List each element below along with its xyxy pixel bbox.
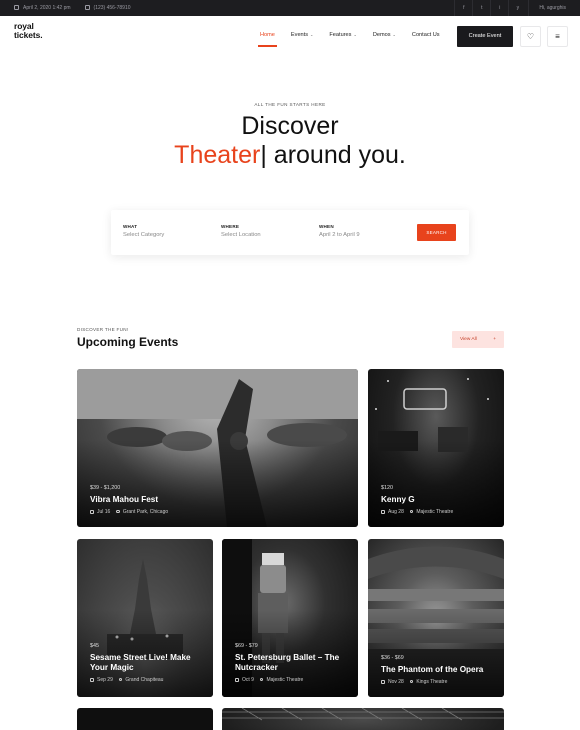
calendar-icon — [235, 677, 239, 682]
chevron-down-icon: ⌄ — [353, 32, 357, 37]
hero-title-line2: Theater| around you. — [0, 141, 580, 170]
nav-features[interactable]: Features ⌄ — [329, 32, 356, 38]
twitter-icon[interactable]: t — [472, 0, 490, 16]
when-field[interactable]: WHEN April 2 to April 9 — [319, 224, 360, 238]
chevron-down-icon: ⌄ — [392, 32, 396, 37]
location-pin-icon — [118, 677, 123, 682]
event-title[interactable]: The Phantom of the Opera — [381, 665, 483, 675]
hero-kicker: ALL THE FUN STARTS HERE — [254, 102, 326, 107]
event-title[interactable]: St. Petersburg Ballet – The Nutcracker — [235, 653, 350, 673]
where-label: WHERE — [221, 224, 240, 229]
event-place: Majestic Theatre — [266, 677, 304, 683]
chevron-down-icon: ⌄ — [310, 32, 314, 37]
instagram-icon[interactable]: i — [490, 0, 508, 16]
event-title[interactable]: Vibra Mahou Fest — [90, 495, 158, 505]
calendar-icon — [90, 677, 94, 682]
nav-home-label: Home — [260, 32, 275, 38]
nav-demos-label: Demos — [372, 32, 391, 38]
event-price: $36 - $69 — [381, 655, 404, 661]
event-meta: Nov 28 Kings Theatre — [381, 679, 447, 685]
heart-icon[interactable]: ♡ — [520, 26, 541, 47]
event-card[interactable]: $39 - $1,200 Vibra Mahou Fest Jul 16 Gran… — [77, 369, 358, 527]
event-date: Aug 28 — [388, 509, 404, 515]
nav-contact[interactable]: Contact Us — [412, 32, 440, 38]
nav-events-label: Events — [290, 32, 309, 38]
event-meta: Sep 29 Grand Chapiteau — [90, 677, 163, 683]
event-meta: Oct 9 Majestic Theatre — [235, 677, 303, 683]
main-nav: Home Events ⌄ Features ⌄ Demos ⌄ Contact Us — [258, 32, 456, 47]
hero-line2-rest: | around you. — [260, 141, 406, 169]
event-card[interactable] — [222, 708, 504, 730]
card-shade — [77, 539, 213, 697]
section-title: Upcoming Events — [77, 335, 179, 349]
event-price: $69 - $79 — [235, 643, 258, 649]
event-card[interactable]: $45 Sesame Street Live! Make Your Magic … — [77, 539, 213, 697]
what-field[interactable]: WHAT Select Category — [123, 224, 164, 238]
event-place: Grand Chapiteau — [125, 677, 164, 683]
create-event-button[interactable]: Create Event — [457, 26, 513, 47]
plus-icon: + — [493, 337, 496, 342]
event-meta: Aug 28 Majestic Theatre — [381, 509, 453, 515]
menu-icon[interactable]: ≡ — [547, 26, 568, 47]
event-place: Majestic Theatre — [416, 509, 454, 515]
when-label: WHEN — [319, 224, 334, 229]
calendar-icon — [90, 509, 94, 514]
hero-accent-word: Theater — [174, 141, 261, 169]
event-date: Oct 9 — [242, 677, 254, 683]
facebook-icon[interactable]: f — [454, 0, 472, 16]
event-search-bar: WHAT Select Category WHERE Select Locati… — [111, 210, 469, 255]
card-shade — [222, 539, 358, 697]
event-title[interactable]: Sesame Street Live! Make Your Magic — [90, 653, 202, 673]
nav-events[interactable]: Events ⌄ — [291, 32, 313, 38]
view-all-button[interactable]: View All + — [452, 331, 504, 348]
event-title[interactable]: Kenny G — [381, 495, 415, 505]
location-pin-icon — [409, 509, 414, 514]
event-date: Nov 28 — [388, 679, 404, 685]
datetime-info: April 2, 2020 1:42 pm — [14, 5, 71, 11]
event-meta: Jul 16 Grant Park, Chicago — [90, 509, 168, 515]
hero-title-line1: Discover — [241, 112, 339, 140]
nav-home[interactable]: Home — [258, 32, 277, 47]
where-select[interactable]: Select Location — [221, 232, 261, 238]
event-price: $45 — [90, 643, 99, 649]
what-label: WHAT — [123, 224, 138, 229]
calendar-icon — [381, 679, 385, 684]
when-date-range[interactable]: April 2 to April 9 — [319, 232, 360, 238]
location-pin-icon — [409, 679, 414, 684]
where-field[interactable]: WHERE Select Location — [221, 224, 261, 238]
phone-icon — [84, 5, 90, 11]
nav-features-label: Features — [329, 32, 352, 38]
event-place: Kings Theatre — [416, 679, 448, 685]
event-card[interactable]: $120 Kenny G Aug 28 Majestic Theatre — [368, 369, 504, 527]
view-all-label: View All — [460, 337, 477, 342]
nav-demos[interactable]: Demos ⌄ — [373, 32, 396, 38]
location-pin-icon — [116, 509, 120, 514]
event-photo — [222, 708, 504, 721]
location-pin-icon — [259, 677, 264, 682]
site-logo[interactable]: royal tickets. — [14, 22, 43, 40]
what-select[interactable]: Select Category — [123, 232, 164, 238]
datetime-text: April 2, 2020 1:42 pm — [23, 5, 71, 11]
event-price: $120 — [381, 485, 393, 491]
top-bar: April 2, 2020 1:42 pm (123) 456-78910 f … — [0, 0, 580, 16]
section-kicker: DISCOVER THE FUN! — [77, 327, 129, 332]
event-date: Sep 29 — [97, 677, 113, 683]
event-card[interactable]: $36 - $69 The Phantom of the Opera Nov 2… — [368, 539, 504, 697]
event-card[interactable] — [77, 708, 213, 730]
logo-line2: tickets. — [14, 30, 43, 40]
event-place: Grant Park, Chicago — [122, 509, 169, 515]
event-card[interactable]: $69 - $79 St. Petersburg Ballet – The Nu… — [222, 539, 358, 697]
search-button[interactable]: SEARCH — [417, 224, 456, 241]
nav-contact-label: Contact Us — [411, 32, 440, 38]
calendar-icon — [14, 5, 19, 11]
phone-info[interactable]: (123) 456-78910 — [84, 5, 131, 11]
user-greeting[interactable]: Hi, agurghis — [528, 0, 566, 16]
event-date: Jul 16 — [97, 509, 111, 515]
calendar-icon — [381, 509, 385, 514]
youtube-icon[interactable]: y — [508, 0, 526, 16]
event-price: $39 - $1,200 — [90, 485, 121, 491]
phone-text: (123) 456-78910 — [93, 5, 131, 11]
